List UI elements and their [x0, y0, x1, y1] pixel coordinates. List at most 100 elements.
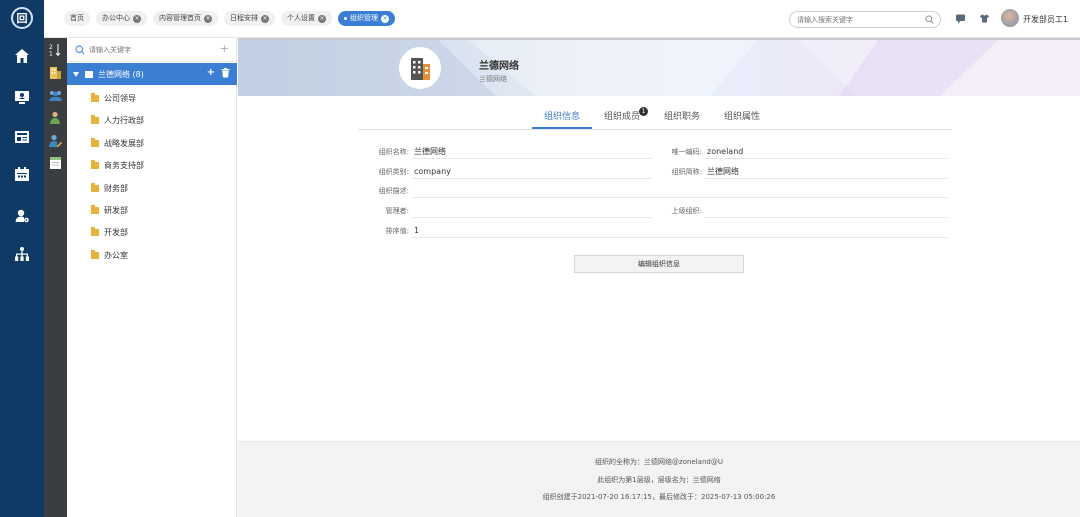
search-icon[interactable] — [75, 45, 85, 55]
tab-label: 组织成员 — [604, 112, 641, 122]
org-type-value: company — [412, 165, 652, 179]
tree-node[interactable]: 战略发展部 — [91, 136, 144, 150]
banner-decoration — [238, 40, 1080, 96]
tree-root-node[interactable]: 兰德网络 (8) + — [67, 63, 237, 85]
tree-node-label: 人力行政部 — [104, 115, 144, 125]
left-rail: 回 — [0, 0, 44, 517]
tab-home[interactable]: 首页 — [64, 11, 90, 26]
close-icon[interactable]: × — [261, 14, 269, 23]
user-avatar[interactable] — [1001, 9, 1019, 27]
person-icon[interactable] — [48, 110, 63, 125]
calendar-doc-icon[interactable] — [48, 155, 63, 170]
sort-az-icon[interactable]: 21 — [48, 42, 63, 57]
tree-node[interactable]: 研发部 — [91, 203, 128, 217]
org-subtitle: 兰德网络 — [479, 75, 507, 83]
field-label: 管理者: — [385, 207, 409, 215]
tree-node-label: 兰德网络 (8) — [98, 69, 144, 79]
tree-node-label: 办公室 — [104, 250, 128, 260]
field-label: 唯一编码: — [671, 148, 702, 156]
footer-level: 此组织为第1层级，层级名为：兰德网络 — [597, 476, 721, 484]
global-search-input[interactable] — [797, 12, 922, 27]
tab-label: 组织属性 — [724, 112, 761, 122]
field-org-name: 组织名称: 兰德网络 — [365, 145, 652, 159]
tree-node[interactable]: 公司领导 — [91, 91, 136, 105]
user-settings-icon[interactable] — [11, 205, 33, 227]
skin-icon[interactable] — [979, 13, 990, 24]
org-avatar — [399, 47, 441, 89]
field-short-name: 组织简称: 兰德网络 — [658, 165, 947, 179]
tab-org-management[interactable]: 组织管理 × — [338, 11, 395, 26]
tab-personal-settings[interactable]: 个人设置 × — [281, 11, 332, 26]
tab-content-home[interactable]: 内容管理首页 × — [153, 11, 218, 26]
app-logo[interactable]: 回 — [11, 7, 33, 29]
tab-strip: 首页 办公中心 × 内容管理首页 × 日程安排 × 个人设置 × 组织管理 × — [64, 11, 395, 26]
tab-schedule[interactable]: 日程安排 × — [224, 11, 275, 26]
org-chart-icon[interactable] — [11, 243, 33, 265]
monitor-user-icon[interactable] — [11, 86, 33, 108]
footer-timestamps: 组织创建于2021-07-20 16:17:15，最后修改于：2025-07-1… — [542, 493, 776, 501]
global-search — [789, 11, 941, 28]
count-badge: 1 — [639, 107, 649, 116]
tab-office-center[interactable]: 办公中心 × — [96, 11, 147, 26]
field-org-desc: 组织描述: — [365, 184, 947, 198]
tree-node[interactable]: 开发部 — [91, 225, 128, 239]
caret-down-icon[interactable] — [73, 71, 79, 77]
close-icon[interactable]: × — [381, 14, 389, 23]
user-name[interactable]: 开发部员工1 — [1023, 14, 1068, 25]
tab-org-members[interactable]: 组织成员 1 — [592, 107, 652, 129]
org-desc-value — [412, 184, 947, 198]
tree-search-input[interactable] — [89, 43, 209, 57]
edit-org-button[interactable]: 编辑组织信息 — [574, 255, 744, 273]
active-dot-icon — [344, 17, 347, 20]
short-name-value: 兰德网络 — [705, 165, 947, 179]
tree-node[interactable]: 办公室 — [91, 248, 128, 262]
folder-icon — [91, 249, 99, 259]
field-label: 上级组织: — [671, 207, 702, 215]
tab-org-duties[interactable]: 组织职务 — [652, 111, 712, 129]
field-order: 排序值: 1 — [365, 224, 947, 238]
tab-label: 组织管理 — [350, 14, 378, 22]
field-parent-org: 上级组织: — [658, 204, 947, 218]
delete-icon[interactable] — [221, 68, 230, 78]
svg-text:1: 1 — [49, 51, 53, 58]
tab-label: 组织职务 — [664, 112, 701, 122]
tool-strip: 21 — [44, 38, 67, 517]
folder-icon — [91, 114, 99, 124]
folder-icon — [91, 159, 99, 169]
home-icon[interactable] — [11, 45, 33, 67]
search-icon[interactable] — [925, 15, 934, 24]
close-icon[interactable]: × — [318, 14, 326, 23]
top-bar: 首页 办公中心× 内容管理首页× 日程安排× 个人设置× 组织管理× 开发部员工… — [44, 0, 1080, 38]
tab-label: 首页 — [70, 14, 84, 22]
tab-label: 办公中心 — [102, 14, 130, 22]
group-icon[interactable] — [48, 88, 63, 103]
tree-node-label: 商务支持部 — [104, 160, 144, 170]
tree-node[interactable]: 财务部 — [91, 181, 128, 195]
building-icon[interactable] — [48, 65, 63, 80]
tab-label: 组织信息 — [544, 112, 581, 122]
tab-org-attributes[interactable]: 组织属性 — [712, 111, 772, 129]
footer-fullname: 组织的全称为：兰德网络@zoneland@U — [595, 458, 723, 466]
org-tree-panel: + 兰德网络 (8) + 公司领导 人力行政部 战略发展部 商务支持部 财务部 … — [67, 38, 237, 517]
calendar-icon[interactable] — [11, 163, 33, 185]
add-icon[interactable]: + — [220, 42, 229, 55]
tree-search: + — [67, 38, 237, 62]
close-icon[interactable]: × — [204, 14, 212, 23]
tree-node-label: 公司领导 — [104, 93, 136, 103]
tree-node[interactable]: 商务支持部 — [91, 158, 144, 172]
close-icon[interactable]: × — [133, 14, 141, 23]
tab-divider — [358, 129, 952, 130]
org-banner: 兰德网络 兰德网络 — [238, 38, 1080, 96]
news-icon[interactable] — [11, 126, 33, 148]
tree-node[interactable]: 人力行政部 — [91, 113, 144, 127]
tab-org-info[interactable]: 组织信息 — [532, 111, 593, 129]
tab-label: 内容管理首页 — [159, 14, 201, 22]
building-icon — [411, 58, 430, 80]
field-label: 组织描述: — [378, 187, 409, 195]
tree-node-label: 开发部 — [104, 227, 128, 237]
add-child-icon[interactable]: + — [207, 68, 215, 78]
message-icon[interactable] — [955, 13, 966, 24]
user-edit-icon[interactable] — [48, 133, 63, 148]
field-label: 组织简称: — [671, 168, 702, 176]
org-title: 兰德网络 — [479, 61, 519, 72]
